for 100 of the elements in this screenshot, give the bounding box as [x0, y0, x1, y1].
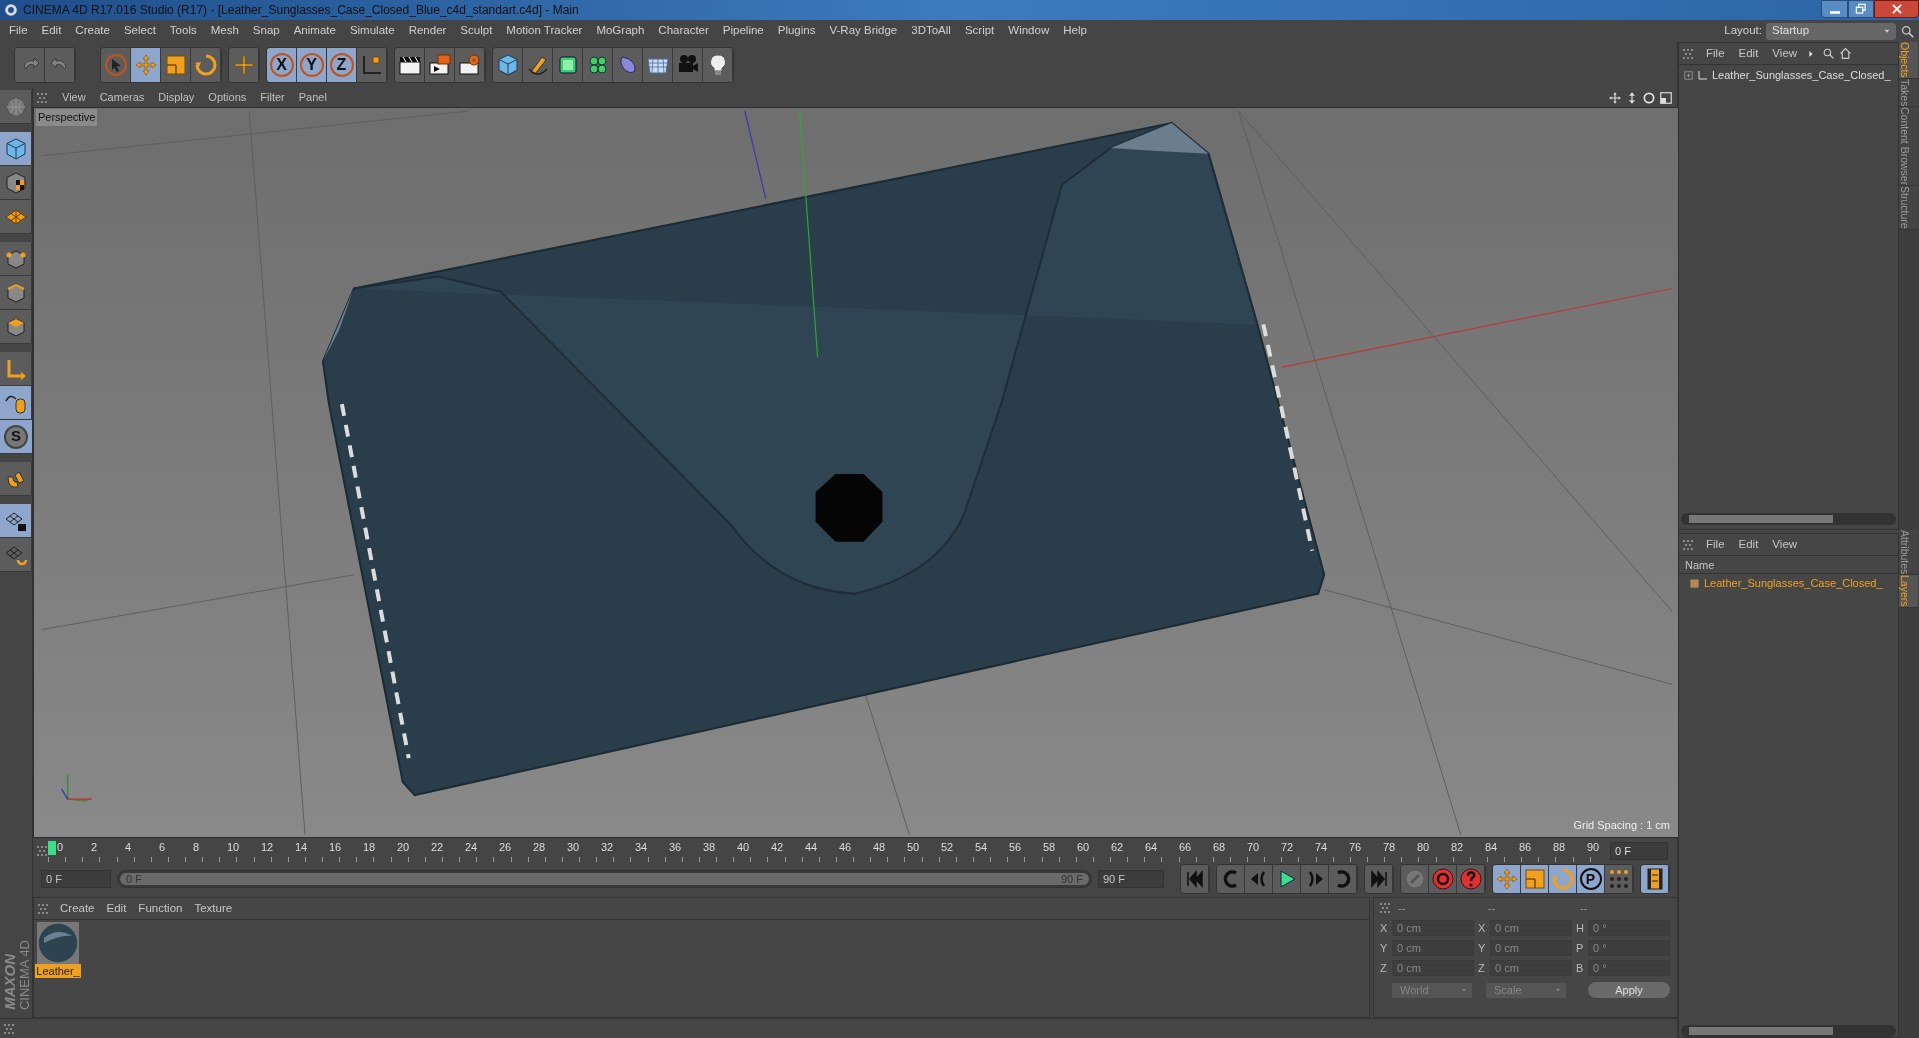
deformer-button[interactable]	[613, 48, 643, 82]
menu-item[interactable]: Edit	[100, 899, 133, 918]
menu-item[interactable]: Cameras	[92, 89, 152, 106]
coordinate-field[interactable]: 0 cm	[1490, 960, 1572, 976]
floor-button[interactable]	[643, 48, 673, 82]
axis-lock-button[interactable]: Y	[297, 48, 327, 82]
render-view-button[interactable]	[395, 48, 425, 82]
key-rotation-button[interactable]	[1549, 865, 1577, 893]
menu-item[interactable]: Render	[401, 22, 454, 40]
cloner-button[interactable]	[583, 48, 613, 82]
coordinate-field[interactable]: 0 cm	[1392, 940, 1474, 956]
side-tab[interactable]: Content Browser	[1899, 107, 1918, 187]
grid-lock-button[interactable]	[0, 504, 32, 538]
menu-item[interactable]: Motion Tracker	[499, 22, 590, 40]
cube-edges-button[interactable]	[0, 276, 32, 310]
menu-item[interactable]: File	[2, 22, 35, 40]
menu-item[interactable]: Window	[1001, 22, 1057, 40]
autokey-button[interactable]	[1457, 865, 1485, 893]
record-button[interactable]	[1429, 865, 1457, 893]
menu-item[interactable]: Panel	[291, 89, 334, 106]
key-position-button[interactable]	[1493, 865, 1521, 893]
menu-item[interactable]: Edit	[1731, 535, 1766, 554]
redo-button[interactable]	[45, 48, 75, 82]
menu-item[interactable]: Snap	[245, 22, 287, 40]
material-name[interactable]: Leather_	[35, 964, 81, 978]
menu-item[interactable]: Edit	[34, 22, 69, 40]
go-to-end-button[interactable]	[1365, 865, 1393, 893]
subdivision-button[interactable]	[553, 48, 583, 82]
scale-tool-button[interactable]	[161, 48, 191, 82]
menu-item[interactable]: Animate	[286, 22, 343, 40]
key-points-button[interactable]	[1605, 865, 1633, 893]
step-back-button[interactable]	[1245, 865, 1273, 893]
coordinate-field[interactable]: 0 cm	[1392, 920, 1474, 936]
current-frame-field[interactable]: 0 F	[1610, 842, 1668, 860]
menu-item[interactable]: Display	[151, 89, 202, 106]
move-tool-button[interactable]	[131, 48, 161, 82]
go-to-start-button[interactable]	[1181, 865, 1209, 893]
menu-item[interactable]: File	[1699, 44, 1732, 63]
globe-button[interactable]	[0, 90, 32, 124]
side-tab[interactable]: Attributes	[1899, 530, 1918, 576]
coordinate-field[interactable]: 0 °	[1588, 920, 1670, 936]
minimize-button[interactable]	[1821, 0, 1848, 18]
viewport[interactable]: Perspective Grid Spacing : 1 cm	[33, 107, 1679, 838]
layout-dropdown[interactable]: Startup	[1766, 22, 1896, 40]
menu-item[interactable]: File	[1699, 535, 1732, 554]
menu-item[interactable]: Help	[1056, 22, 1094, 40]
undo-button[interactable]	[15, 48, 45, 82]
layer-name[interactable]: Leather_Sunglasses_Case_Closed_	[1704, 574, 1883, 592]
cube-points-button[interactable]	[0, 242, 32, 276]
coordinate-system-button[interactable]	[357, 48, 387, 82]
magnet-button[interactable]	[0, 462, 32, 496]
menu-item[interactable]: Select	[116, 22, 163, 40]
menu-item[interactable]: Edit	[1731, 44, 1766, 63]
next-key-button[interactable]	[1329, 865, 1357, 893]
side-tab[interactable]: Takes	[1899, 78, 1918, 108]
menu-item[interactable]: View	[1765, 535, 1805, 554]
object-name[interactable]: Leather_Sunglasses_Case_Closed_	[1712, 66, 1891, 84]
close-button[interactable]	[1874, 0, 1919, 18]
menu-item[interactable]: Create	[54, 899, 101, 918]
menu-item[interactable]: Sculpt	[453, 22, 500, 40]
snap-button[interactable]: S	[0, 420, 32, 454]
cube-button[interactable]	[0, 132, 32, 166]
light-button[interactable]	[703, 48, 733, 82]
axis-button[interactable]	[0, 352, 32, 386]
timeline-button[interactable]	[1641, 865, 1669, 893]
previous-key-button[interactable]	[1217, 865, 1245, 893]
side-tab[interactable]: Objects	[1899, 42, 1918, 79]
start-frame-field[interactable]: 0 F	[41, 870, 111, 888]
side-tab[interactable]: Structure	[1899, 186, 1918, 230]
scrollbar[interactable]	[1681, 513, 1896, 525]
coordinate-field[interactable]: 0 cm	[1392, 960, 1474, 976]
menu-item[interactable]: MoGraph	[589, 22, 652, 40]
play-button[interactable]	[1273, 865, 1301, 893]
coordinate-field[interactable]: 0 cm	[1490, 940, 1572, 956]
mouse-button[interactable]	[0, 386, 32, 420]
menu-item[interactable]: Pipeline	[715, 22, 771, 40]
cube-face-button[interactable]	[0, 310, 32, 344]
menu-item[interactable]: Tools	[162, 22, 204, 40]
menu-item[interactable]: View	[1765, 44, 1805, 63]
coordinate-field[interactable]: 0 °	[1588, 940, 1670, 956]
menu-item[interactable]: Simulate	[342, 22, 402, 40]
key-parameter-button[interactable]: P	[1577, 865, 1605, 893]
menu-item[interactable]: Plugins	[770, 22, 823, 40]
menu-item[interactable]: Mesh	[203, 22, 246, 40]
menu-item[interactable]: Texture	[188, 899, 239, 918]
restore-button[interactable]	[1848, 0, 1874, 18]
menu-item[interactable]: V-Ray Bridge	[822, 22, 905, 40]
render-picture-button[interactable]	[425, 48, 455, 82]
coordinate-field[interactable]: 0 cm	[1490, 920, 1572, 936]
axis-lock-button[interactable]: Z	[327, 48, 357, 82]
menu-item[interactable]: View	[55, 89, 93, 106]
menu-item[interactable]: Script	[957, 22, 1002, 40]
transform-tool-button[interactable]	[229, 48, 259, 82]
rotate-tool-button[interactable]	[191, 48, 221, 82]
checker-cube-button[interactable]	[0, 166, 32, 200]
side-tab[interactable]: Layers	[1899, 575, 1918, 608]
select-tool-button[interactable]	[101, 48, 131, 82]
menu-item[interactable]: 3DToAll	[904, 22, 958, 40]
render-settings-button[interactable]	[455, 48, 485, 82]
apply-button[interactable]: Apply	[1588, 982, 1670, 998]
